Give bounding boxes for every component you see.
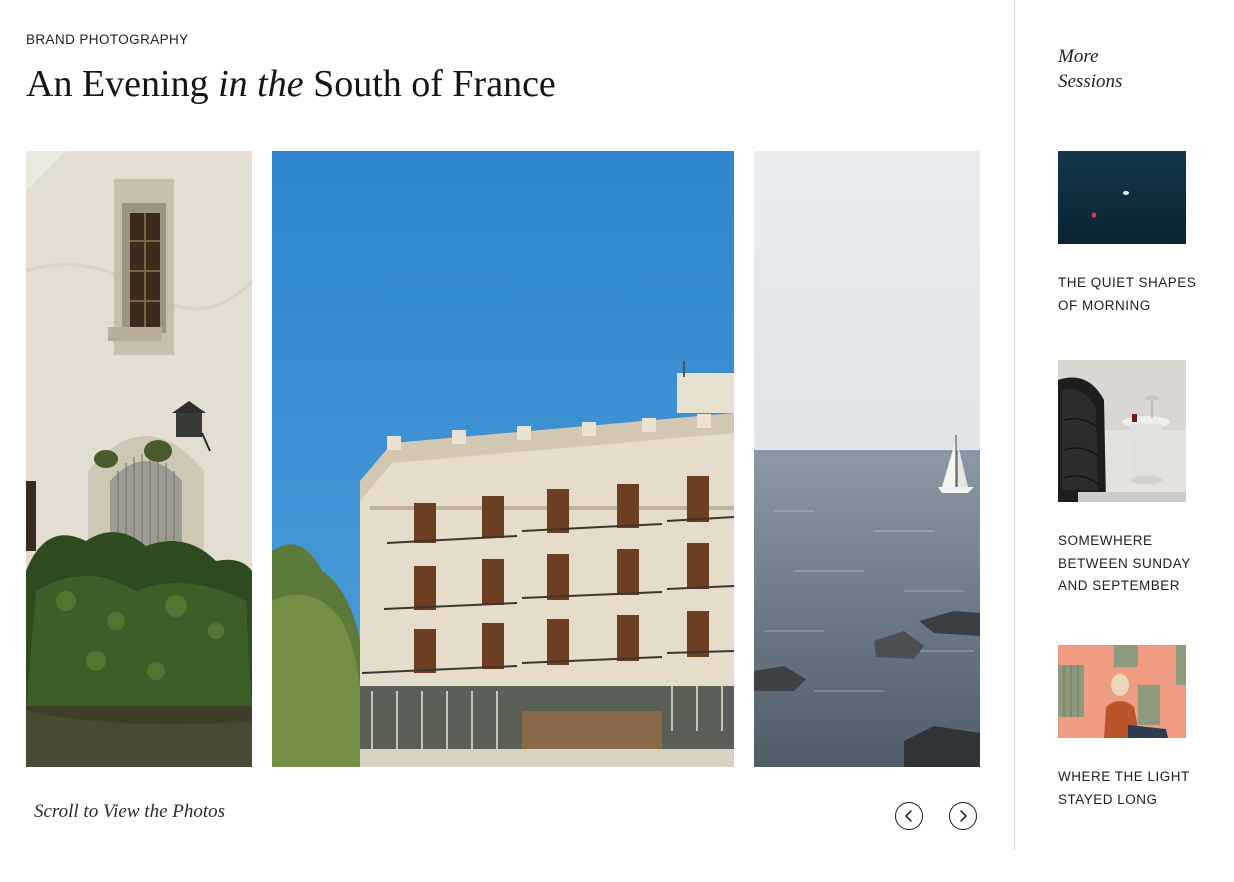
session-label-line: BETWEEN SUNDAY [1058, 555, 1191, 571]
session-thumbnail-portrait[interactable] [1058, 645, 1186, 738]
gallery-photo-house[interactable] [26, 151, 252, 767]
sidebar-divider [1014, 0, 1015, 850]
chevron-left-icon [905, 810, 912, 822]
gallery-photo-sea[interactable] [754, 151, 980, 767]
session-label-line: OF MORNING [1058, 297, 1151, 313]
session-thumbnail-ocean[interactable] [1058, 151, 1186, 244]
category-label: BRAND PHOTOGRAPHY [26, 32, 189, 47]
session-label[interactable]: SOMEWHERE BETWEEN SUNDAY AND SEPTEMBER [1058, 530, 1198, 598]
session-thumbnail-interior[interactable] [1058, 360, 1186, 502]
session-label-line: STAYED LONG [1058, 791, 1158, 807]
next-photo-button[interactable] [949, 802, 977, 830]
session-label-line: THE QUIET SHAPES [1058, 275, 1197, 290]
previous-photo-button[interactable] [895, 802, 923, 830]
title-italic: in the [218, 63, 304, 105]
sea-image [754, 151, 980, 767]
scroll-hint: Scroll to View the Photos [34, 801, 226, 822]
house-image [26, 151, 252, 767]
session-label-line: SOMEWHERE [1058, 533, 1153, 548]
session-card-somewhere-between[interactable]: SOMEWHERE BETWEEN SUNDAY AND SEPTEMBER [1058, 360, 1198, 598]
title-part-2: South of France [303, 63, 556, 105]
title-part-1: An Evening [26, 63, 219, 105]
session-label-line: WHERE THE LIGHT [1058, 769, 1190, 784]
session-label[interactable]: THE QUIET SHAPES OF MORNING [1058, 272, 1198, 317]
chevron-right-icon [960, 810, 967, 822]
session-label[interactable]: WHERE THE LIGHT STAYED LONG [1058, 766, 1198, 811]
sidebar-title: More Sessions [1058, 44, 1168, 94]
session-card-where-the-light[interactable]: WHERE THE LIGHT STAYED LONG [1058, 645, 1198, 811]
page-title: An Evening in the South of France [26, 62, 556, 106]
main-content: BRAND PHOTOGRAPHY An Evening in the Sout… [0, 0, 1014, 882]
building-image [272, 151, 734, 767]
session-card-quiet-shapes[interactable]: THE QUIET SHAPES OF MORNING [1058, 151, 1198, 317]
sidebar-title-line-1: More [1058, 46, 1099, 67]
session-label-line: AND SEPTEMBER [1058, 578, 1181, 593]
gallery-photo-building[interactable] [272, 151, 734, 767]
sidebar-title-line-2: Sessions [1058, 71, 1123, 92]
